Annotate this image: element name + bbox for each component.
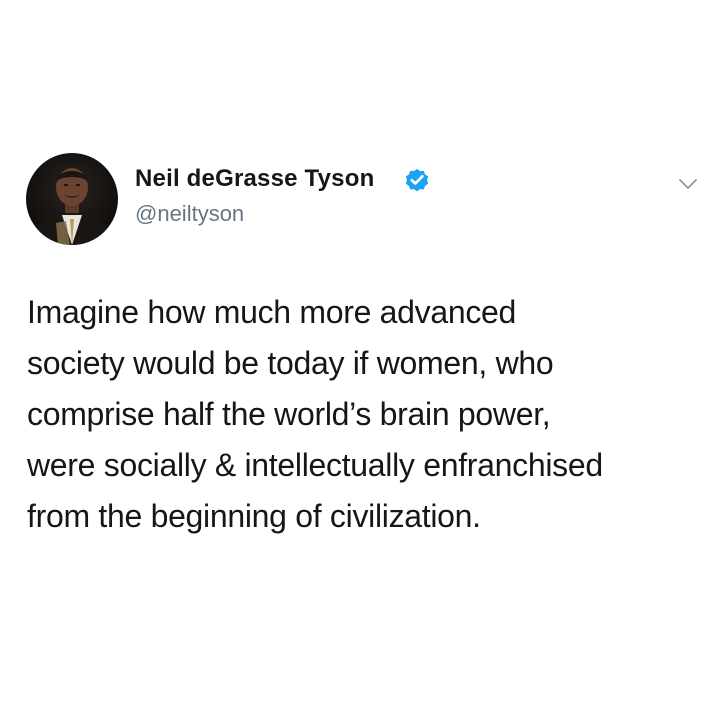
tweet-text-line: comprise half the world’s brain power, xyxy=(27,396,551,432)
tweet-text-line: from the beginning of civilization. xyxy=(27,498,481,534)
tweet-text: Imagine how much more advanced society w… xyxy=(27,287,699,542)
author-handle[interactable]: @neiltyson xyxy=(135,201,244,227)
chevron-down-icon[interactable] xyxy=(676,172,700,196)
author-name[interactable]: Neil deGrasse Tyson xyxy=(135,165,374,193)
tweet-text-line: society would be today if women, who xyxy=(27,345,554,381)
verified-badge-icon xyxy=(405,168,429,192)
tweet-card: Neil deGrasse Tyson @neiltyson Imagine h… xyxy=(0,0,714,714)
profile-photo-icon xyxy=(26,153,118,245)
tweet-text-line: were socially & intellectually enfranchi… xyxy=(27,447,603,483)
tweet-text-line: Imagine how much more advanced xyxy=(27,294,517,330)
avatar[interactable] xyxy=(26,153,118,245)
